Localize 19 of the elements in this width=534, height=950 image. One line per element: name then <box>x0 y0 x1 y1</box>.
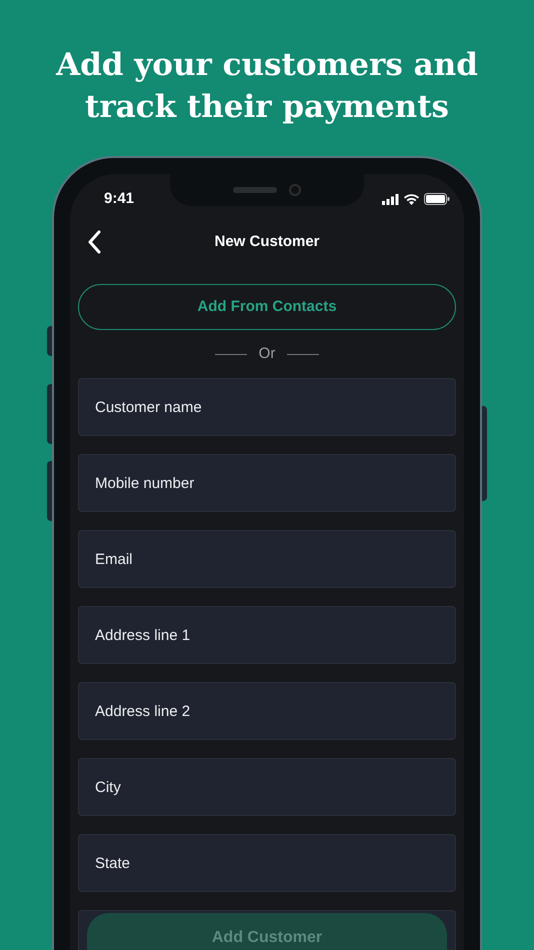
battery-icon <box>424 193 450 205</box>
screen-title: New Customer <box>214 232 320 252</box>
wifi-icon <box>404 194 419 204</box>
or-divider-label: Or <box>258 344 276 364</box>
input-field[interactable]: State <box>78 834 456 892</box>
input-field[interactable]: Mobile number <box>78 454 456 512</box>
input-field[interactable]: Address line 2 <box>78 682 456 740</box>
input-field[interactable]: Address line 1 <box>78 606 456 664</box>
status-time: 9:41 <box>104 188 134 209</box>
input-field[interactable]: Customer name <box>78 378 456 436</box>
signal-icon <box>382 194 399 204</box>
add-from-contacts-button[interactable]: Add From Contacts <box>78 284 456 330</box>
headline: track their payments <box>85 88 449 127</box>
input-field[interactable]: Email <box>78 530 456 588</box>
input-field[interactable]: City <box>78 758 456 816</box>
camera-icon <box>289 184 301 196</box>
speaker-icon <box>233 187 277 193</box>
back-icon <box>87 230 101 254</box>
headline: Add your customers and <box>56 46 478 85</box>
